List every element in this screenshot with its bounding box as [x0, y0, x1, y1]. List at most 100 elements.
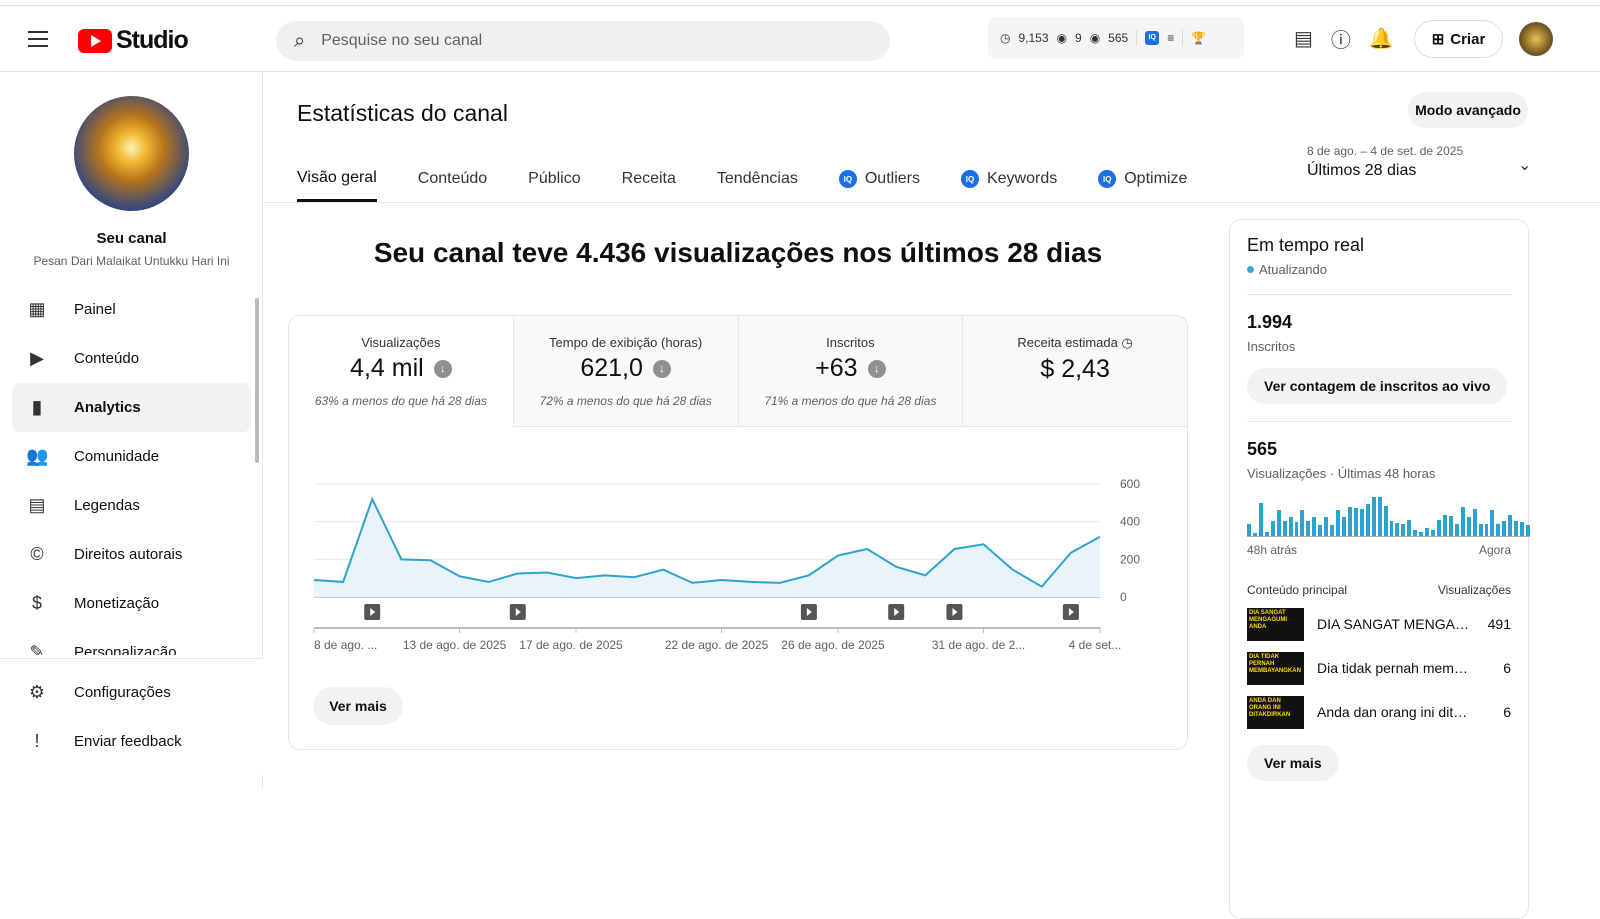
realtime-bar[interactable] [1282, 520, 1287, 536]
metric-tab[interactable]: Visualizações 4,4 mil ↓ 63% a menos do que … [289, 316, 514, 427]
realtime-bar[interactable] [1377, 497, 1382, 536]
sidebar-item-2[interactable]: ▮ Analytics [12, 383, 251, 432]
data-point[interactable] [454, 570, 466, 582]
realtime-bar[interactable] [1342, 516, 1346, 536]
realtime-bar[interactable] [1460, 506, 1465, 536]
tab-4[interactable]: Tendências [717, 156, 798, 202]
realtime-bar[interactable] [1526, 525, 1530, 536]
chevron-down-icon[interactable]: ⌄ [1518, 155, 1531, 175]
data-point[interactable] [395, 553, 407, 565]
tab-5[interactable]: IQ Outliers [838, 156, 920, 202]
sidebar-scrollbar[interactable] [255, 298, 259, 463]
realtime-bar[interactable] [1300, 510, 1305, 536]
account-avatar[interactable] [1519, 22, 1553, 56]
feedback-icon[interactable]: ▤ [1294, 26, 1313, 51]
menu-icon[interactable] [28, 31, 48, 52]
tab-6[interactable]: IQ Keywords [960, 156, 1057, 202]
metric-tab[interactable]: Tempo de exibição (horas) 621,0 ↓ 72% a men… [513, 316, 739, 427]
channel-avatar[interactable] [74, 96, 189, 211]
tab-7[interactable]: IQ Optimize [1098, 156, 1187, 202]
data-point[interactable] [366, 493, 378, 505]
tab-3[interactable]: Receita [622, 156, 676, 202]
realtime-bar[interactable] [1324, 516, 1329, 536]
data-point[interactable] [628, 571, 640, 583]
data-point[interactable] [745, 576, 757, 588]
data-point[interactable] [978, 538, 990, 550]
data-point[interactable] [570, 572, 582, 584]
realtime-bar[interactable] [1347, 506, 1352, 536]
data-point[interactable] [1065, 547, 1077, 559]
realtime-bar[interactable] [1520, 521, 1525, 536]
sidebar-bottom-item-1[interactable]: ! Enviar feedback [12, 717, 251, 766]
realtime-bar[interactable] [1389, 520, 1394, 536]
vidiq-icon[interactable]: IQ [1145, 31, 1160, 45]
sidebar-item-7[interactable]: ✎ Personalização [12, 628, 251, 655]
create-button[interactable]: ⊞ Criar [1414, 20, 1503, 58]
realtime-bar[interactable] [1454, 524, 1459, 536]
realtime-bar[interactable] [1514, 520, 1519, 536]
sidebar-bottom-item-0[interactable]: ⚙ Configurações [12, 668, 251, 717]
top-content-item[interactable]: ANDA DAN ORANG INI DITAKDIRKAN Anda dan o… [1247, 695, 1511, 729]
search-input[interactable]: ⌕ Pesquise no seu canal [276, 21, 890, 61]
data-point[interactable] [832, 550, 844, 562]
help-icon[interactable]: ⓘ [1331, 24, 1351, 53]
data-point[interactable] [424, 554, 436, 566]
realtime-bar[interactable] [1484, 524, 1489, 536]
realtime-bar[interactable] [1448, 515, 1453, 536]
data-point[interactable] [803, 569, 815, 581]
live-count-button[interactable]: Ver contagem de inscritos ao vivo [1247, 368, 1508, 404]
studio-logo[interactable]: Studio [78, 26, 189, 55]
realtime-bar[interactable] [1264, 531, 1269, 536]
data-point[interactable] [1036, 581, 1048, 593]
realtime-bar[interactable] [1252, 533, 1257, 536]
data-point[interactable] [512, 567, 524, 579]
sidebar-item-4[interactable]: ▤ Legendas [12, 481, 251, 530]
data-point[interactable] [337, 576, 349, 588]
data-point[interactable] [716, 574, 728, 586]
extension-stats[interactable]: ◷ 9,153 ◉ 9 ◉ 565 IQ ≡ 🏆 [988, 17, 1244, 59]
realtime-bar[interactable] [1276, 510, 1281, 536]
data-point[interactable] [774, 577, 786, 589]
realtime-bar[interactable] [1288, 516, 1293, 536]
realtime-bar[interactable] [1270, 520, 1275, 536]
realtime-bar[interactable] [1419, 531, 1424, 536]
sidebar-item-5[interactable]: © Direitos autorais [12, 530, 251, 579]
realtime-bar[interactable] [1318, 525, 1323, 536]
data-point[interactable] [657, 564, 669, 576]
realtime-bar[interactable] [1312, 517, 1317, 536]
data-point[interactable] [1094, 531, 1106, 543]
metric-tab[interactable]: Inscritos +63 ↓ 71% a menos do que há 28 di… [738, 316, 964, 427]
list-icon[interactable]: ≡ [1167, 31, 1174, 45]
sidebar-item-3[interactable]: 👥 Comunidade [12, 432, 251, 481]
metric-tab[interactable]: Receita estimada ◷ $ 2,43 [963, 316, 1187, 427]
data-point[interactable] [686, 577, 698, 589]
sidebar-item-6[interactable]: $ Monetização [12, 579, 251, 628]
data-point[interactable] [861, 543, 873, 555]
top-content-item[interactable]: DIA TIDAK PERNAH MEMBAYANGKAN Dia tidak p… [1247, 651, 1511, 685]
advanced-mode-button[interactable]: Modo avançado [1408, 92, 1528, 128]
realtime-bar[interactable] [1442, 514, 1447, 536]
tab-2[interactable]: Público [528, 156, 580, 202]
data-point[interactable] [483, 576, 495, 588]
realtime-bar[interactable] [1425, 528, 1430, 536]
see-more-button[interactable]: Ver mais [313, 687, 403, 725]
realtime-see-more-button[interactable]: Ver mais [1247, 745, 1339, 781]
realtime-bar[interactable] [1395, 522, 1400, 536]
realtime-bar[interactable] [1407, 520, 1412, 536]
realtime-bar[interactable] [1294, 521, 1299, 536]
realtime-bar[interactable] [1330, 525, 1335, 536]
realtime-bar[interactable] [1353, 507, 1358, 536]
data-point[interactable] [541, 567, 553, 579]
realtime-bar[interactable] [1490, 510, 1495, 536]
sidebar-item-1[interactable]: ▶ Conteúdo [12, 334, 251, 383]
realtime-bar[interactable] [1401, 524, 1406, 536]
realtime-bar[interactable] [1478, 524, 1483, 536]
realtime-bar[interactable] [1247, 523, 1251, 536]
trophy-icon[interactable]: 🏆 [1191, 31, 1206, 45]
realtime-bar[interactable] [1466, 516, 1471, 536]
realtime-bar[interactable] [1431, 529, 1435, 536]
sidebar-item-0[interactable]: ▦ Painel [12, 285, 251, 334]
data-point[interactable] [948, 543, 960, 555]
realtime-bar[interactable] [1383, 505, 1388, 536]
realtime-bar[interactable] [1359, 509, 1364, 536]
